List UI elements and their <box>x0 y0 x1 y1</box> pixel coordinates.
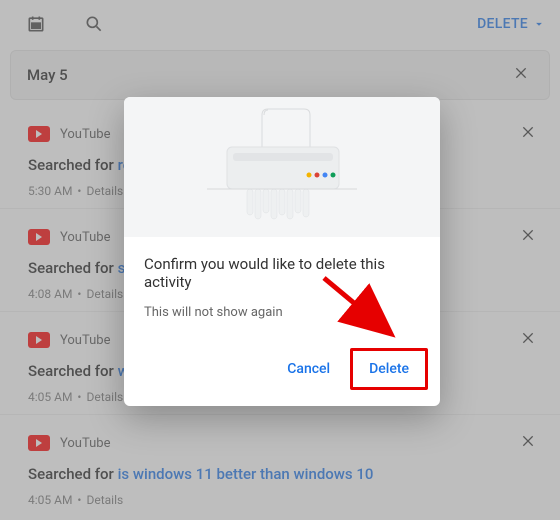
modal-subtitle: This will not show again <box>144 305 420 320</box>
shredder-illustration <box>124 97 440 237</box>
modal-title: Confirm you would like to delete this ac… <box>144 255 420 291</box>
delete-button[interactable]: Delete <box>355 353 423 385</box>
modal-actions: Cancel Delete <box>124 330 440 406</box>
confirm-delete-modal: Confirm you would like to delete this ac… <box>124 97 440 406</box>
annotation-highlight: Delete <box>350 348 428 390</box>
cancel-button[interactable]: Cancel <box>273 348 344 390</box>
